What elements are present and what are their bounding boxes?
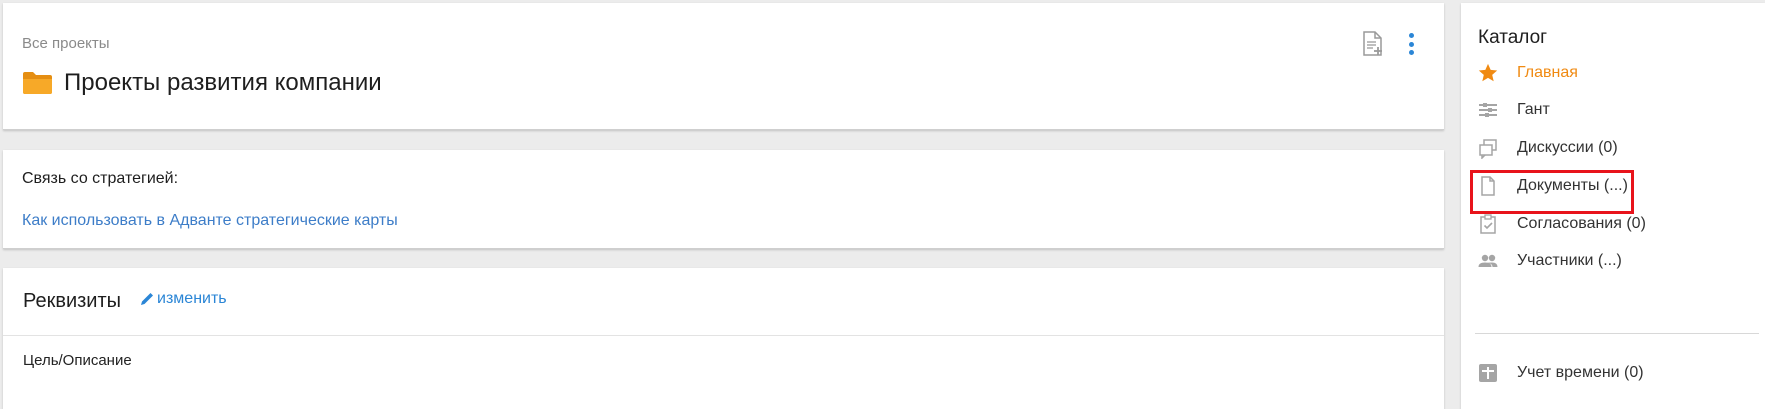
catalog-item-label: Участники (...) <box>1517 252 1622 269</box>
documents-highlight-box <box>1470 170 1634 214</box>
edit-requisites-button[interactable]: изменить <box>139 290 227 308</box>
requisites-title: Реквизиты <box>23 290 122 312</box>
star-icon <box>1477 62 1499 84</box>
gantt-icon <box>1477 99 1499 121</box>
pencil-icon <box>139 291 155 307</box>
page-title: Проекты развития компании <box>64 69 382 96</box>
approval-icon <box>1477 213 1499 235</box>
divider <box>3 335 1444 336</box>
document-add-icon[interactable] <box>1362 30 1384 58</box>
title-row: Проекты развития компании <box>22 69 382 97</box>
goal-description-label: Цель/Описание <box>23 352 132 369</box>
requisites-header: Реквизиты изменить <box>23 290 227 313</box>
catalog-item-participants[interactable]: Участники (...) <box>1477 246 1622 276</box>
header-actions <box>1362 30 1416 58</box>
catalog-sidebar: Каталог Главная Гант Дискуссии (0) Докум… <box>1461 3 1765 409</box>
catalog-item-discussions[interactable]: Дискуссии (0) <box>1477 133 1618 163</box>
catalog-item-label: Дискуссии (0) <box>1517 139 1618 156</box>
catalog-item-label: Согласования (0) <box>1517 215 1646 232</box>
discussions-icon <box>1477 137 1499 159</box>
requisites-card: Реквизиты изменить Цель/Описание <box>3 268 1444 409</box>
catalog-item-gantt[interactable]: Гант <box>1477 95 1550 125</box>
project-header-card: Все проекты Проекты развития компании <box>3 3 1444 130</box>
folder-icon <box>22 71 53 95</box>
edit-requisites-label: изменить <box>157 290 227 307</box>
catalog-item-label: Учет времени (0) <box>1517 364 1644 381</box>
strategy-maps-link[interactable]: Как использовать в Адванте стратегически… <box>22 212 398 230</box>
catalog-item-main[interactable]: Главная <box>1477 58 1578 88</box>
strategy-card: Связь со стратегией: Как использовать в … <box>3 150 1444 249</box>
strategy-label: Связь со стратегией: <box>22 170 179 187</box>
participants-icon <box>1477 250 1499 272</box>
kebab-menu-icon[interactable] <box>1406 31 1416 57</box>
catalog-divider <box>1475 333 1759 334</box>
catalog-title: Каталог <box>1478 27 1548 48</box>
time-tracking-icon <box>1477 362 1499 384</box>
catalog-item-time-tracking[interactable]: Учет времени (0) <box>1477 358 1644 388</box>
breadcrumb[interactable]: Все проекты <box>22 35 110 52</box>
catalog-item-label: Главная <box>1517 64 1578 81</box>
catalog-item-label: Гант <box>1517 101 1550 118</box>
